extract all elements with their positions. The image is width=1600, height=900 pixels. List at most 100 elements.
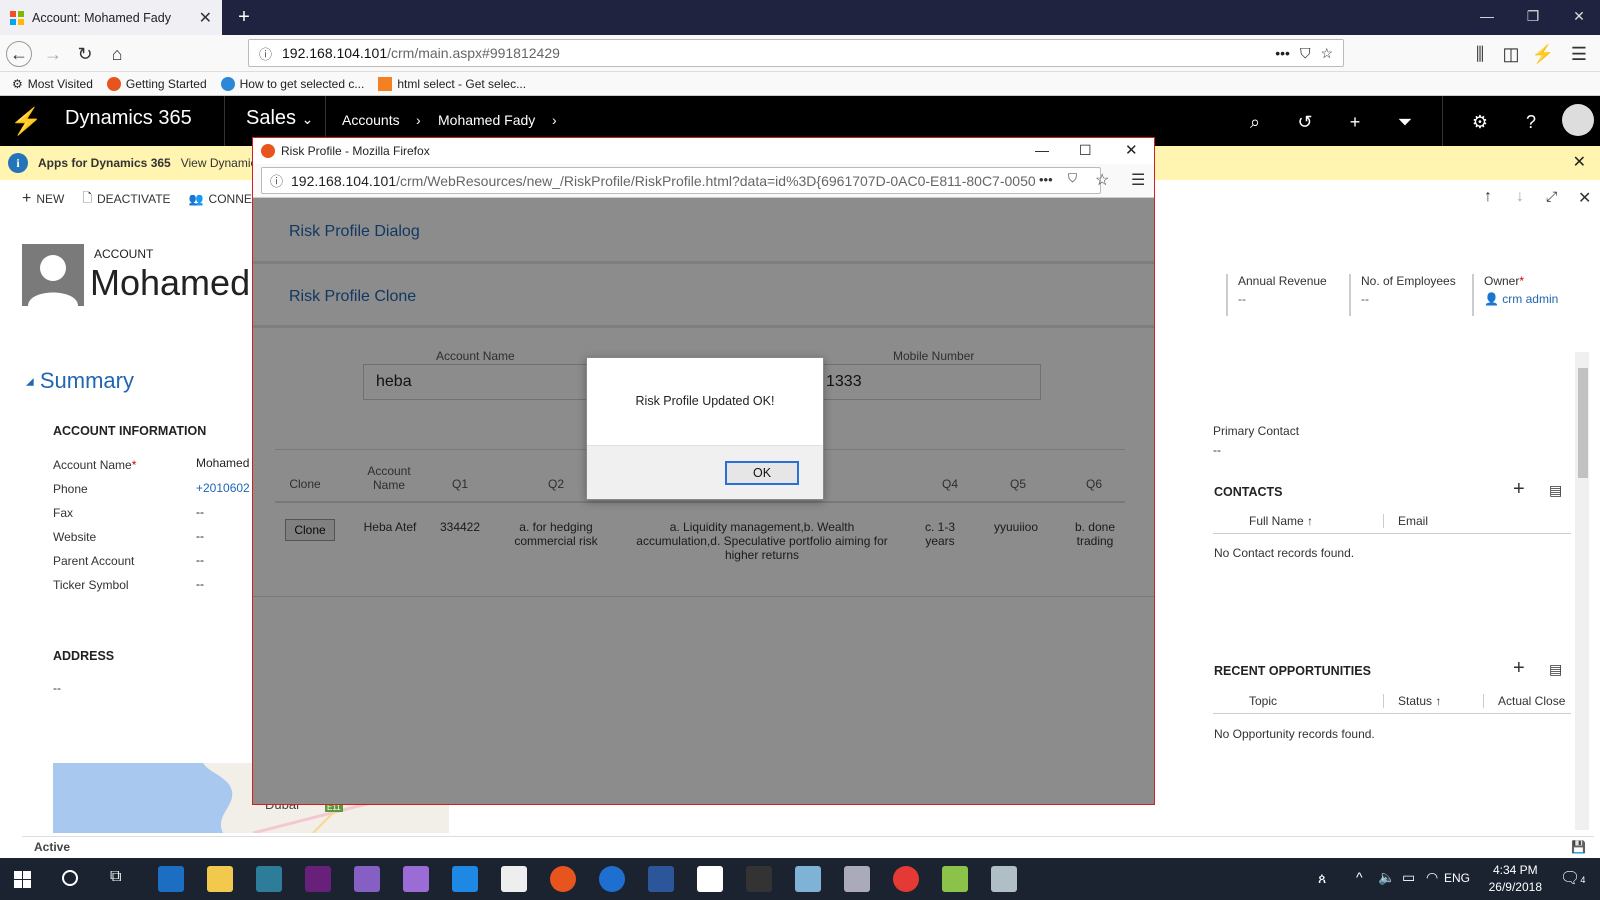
bookmark-star-icon[interactable]: ☆ <box>1095 170 1109 190</box>
new-button[interactable]: + NEW <box>22 190 64 208</box>
firefox-icon[interactable] <box>550 866 576 892</box>
start-icon[interactable] <box>14 871 31 888</box>
volume-icon[interactable]: 🔈 <box>1378 869 1395 886</box>
grid-view-icon[interactable]: ▤ <box>1549 661 1562 678</box>
action-center-icon[interactable]: 🗨4 <box>1560 868 1585 888</box>
firefox-dev-icon[interactable] <box>599 866 625 892</box>
pocket-icon[interactable]: ⛉ <box>1068 171 1078 186</box>
terminal-icon[interactable] <box>746 866 772 892</box>
expand-icon[interactable]: ⤢ <box>1546 188 1557 205</box>
visual-studio-icon[interactable] <box>305 866 331 892</box>
app-name[interactable]: Dynamics 365 <box>65 107 192 130</box>
maximize-icon[interactable]: ☐ <box>1079 142 1092 159</box>
menu-icon[interactable]: ☰ <box>1131 170 1145 190</box>
battery-icon[interactable]: ▭ <box>1402 869 1415 886</box>
bookmark-html-select[interactable]: html select - Get selec... <box>378 76 526 91</box>
previous-record-icon[interactable]: ↑ <box>1484 188 1492 206</box>
field-value-parent-account[interactable]: -- <box>196 553 204 567</box>
show-hidden-icons[interactable]: ^ <box>1356 869 1363 885</box>
col-email[interactable]: Email <box>1383 514 1428 528</box>
restore-icon[interactable]: ❐ <box>1518 8 1548 25</box>
field-value-phone[interactable]: +2010602 <box>196 481 250 495</box>
back-icon[interactable]: ← <box>6 41 32 67</box>
chevron-right-icon[interactable]: › <box>552 112 557 128</box>
close-notification-icon[interactable]: ✕ <box>1573 152 1586 172</box>
store-icon[interactable] <box>256 866 282 892</box>
help-icon[interactable]: ? <box>1518 109 1544 135</box>
primary-contact-value[interactable]: -- <box>1213 443 1221 457</box>
close-record-icon[interactable]: ✕ <box>1578 188 1591 208</box>
vscode-icon[interactable] <box>452 866 478 892</box>
breadcrumb-accounts[interactable]: Accounts <box>342 112 400 128</box>
add-contact-icon[interactable]: + <box>1513 478 1525 501</box>
col-full-name[interactable]: Full Name ↑ <box>1249 514 1313 528</box>
visual-studio-icon[interactable] <box>403 866 429 892</box>
field-value-ticker-symbol[interactable]: -- <box>196 577 204 591</box>
field-value-fax[interactable]: -- <box>196 505 204 519</box>
cortana-icon[interactable] <box>62 870 78 886</box>
file-explorer-icon[interactable] <box>207 866 233 892</box>
user-avatar[interactable] <box>1562 104 1594 136</box>
scrollbar-thumb[interactable] <box>1578 368 1588 478</box>
site-info-icon[interactable]: ⓘ <box>270 171 283 190</box>
filter-icon[interactable]: ⏷ <box>1392 109 1418 135</box>
close-window-icon[interactable]: ✕ <box>1564 8 1594 25</box>
area-selector[interactable]: Sales ⌄ <box>246 107 313 130</box>
app-icon[interactable] <box>795 866 821 892</box>
clock[interactable]: 4:34 PM 26/9/2018 <box>1489 862 1542 896</box>
settings-icon[interactable] <box>844 866 870 892</box>
header-field-owner[interactable]: Owner* 👤 crm admin <box>1472 274 1592 316</box>
sticky-notes-icon[interactable] <box>697 866 723 892</box>
bookmark-star-icon[interactable]: ☆ <box>1320 45 1333 62</box>
grid-view-icon[interactable]: ▤ <box>1549 482 1562 499</box>
chrome-icon[interactable] <box>893 866 919 892</box>
task-view-icon[interactable]: ⧉ <box>110 868 121 886</box>
col-status[interactable]: Status ↑ <box>1383 694 1441 708</box>
summary-section-title[interactable]: ◢ Summary <box>26 368 134 394</box>
field-value-website[interactable]: -- <box>196 529 204 543</box>
popup-url-bar[interactable]: ⓘ 192.168.104.101/crm/WebResources/new_/… <box>261 167 1101 194</box>
bookmark-most-visited[interactable]: ⚙ Most Visited <box>12 77 93 91</box>
edge-icon[interactable] <box>158 866 184 892</box>
bookmark-how-to[interactable]: How to get selected c... <box>220 76 364 91</box>
url-bar[interactable]: ⓘ 192.168.104.101/crm/main.aspx#99181242… <box>248 39 1344 67</box>
ok-button[interactable]: OK <box>725 461 799 485</box>
word-icon[interactable] <box>648 866 674 892</box>
new-tab-icon[interactable]: + <box>232 5 256 29</box>
library-icon[interactable]: ⫼ <box>1467 41 1493 67</box>
home-icon[interactable]: ⌂ <box>104 41 130 67</box>
mail-icon[interactable] <box>501 866 527 892</box>
forward-icon[interactable]: → <box>40 41 66 67</box>
header-field-employees[interactable]: No. of Employees -- <box>1349 274 1469 316</box>
search-icon[interactable]: ⌕ <box>1242 109 1268 135</box>
pocket-icon[interactable]: ⛉ <box>1300 45 1311 62</box>
header-field-annual-revenue[interactable]: Annual Revenue -- <box>1226 274 1346 316</box>
minimize-icon[interactable]: — <box>1035 142 1049 158</box>
connect-button[interactable]: 👥 CONNE <box>189 192 252 206</box>
col-actual-close[interactable]: Actual Close <box>1483 694 1565 708</box>
page-actions-icon[interactable]: ••• <box>1275 45 1290 61</box>
page-actions-icon[interactable]: ••• <box>1039 172 1053 187</box>
wifi-icon[interactable]: ◠ <box>1426 869 1438 886</box>
breadcrumb-record[interactable]: Mohamed Fady <box>438 112 535 128</box>
col-topic[interactable]: Topic <box>1249 694 1277 708</box>
visual-studio-icon[interactable] <box>354 866 380 892</box>
reload-icon[interactable]: ↻ <box>72 41 98 67</box>
language-indicator[interactable]: ENG <box>1444 871 1470 885</box>
menu-icon[interactable]: ☰ <box>1566 41 1592 67</box>
minimize-icon[interactable]: — <box>1472 8 1502 24</box>
paint-icon[interactable] <box>942 866 968 892</box>
create-icon[interactable]: + <box>1342 109 1368 135</box>
bookmark-getting-started[interactable]: Getting Started <box>106 76 207 91</box>
site-info-icon[interactable]: ⓘ <box>259 44 272 63</box>
extension-icon[interactable]: ⚡ <box>1530 41 1556 67</box>
add-opportunity-icon[interactable]: + <box>1513 657 1525 680</box>
close-tab-icon[interactable]: ✕ <box>199 8 212 28</box>
app-icon[interactable] <box>991 866 1017 892</box>
field-value-account-name[interactable]: Mohamed <box>196 456 249 470</box>
next-record-icon[interactable]: ↓ <box>1516 188 1524 206</box>
close-window-icon[interactable]: ✕ <box>1125 141 1138 159</box>
settings-icon[interactable]: ⚙ <box>1467 109 1493 135</box>
sidebar-icon[interactable]: ◫ <box>1498 41 1524 67</box>
browser-tab[interactable]: Account: Mohamed Fady ✕ <box>0 0 222 35</box>
